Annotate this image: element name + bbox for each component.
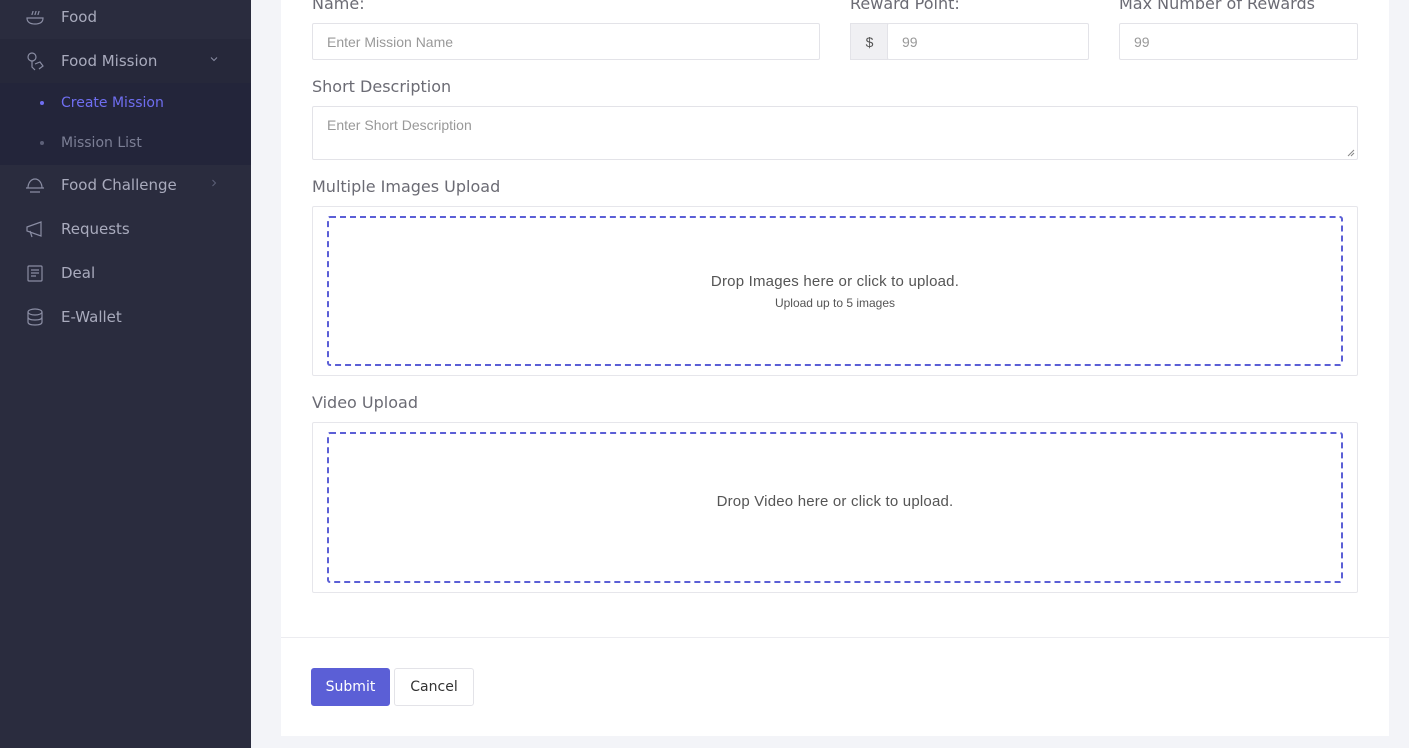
mission-icon xyxy=(24,50,46,72)
sidebar-item-requests[interactable]: Requests xyxy=(0,207,251,251)
reward-point-input[interactable]: 99 xyxy=(887,23,1089,60)
sidebar: Food Food Mission Create Mission Mission… xyxy=(0,0,251,748)
create-mission-card: Name: Enter Mission Name Reward Point: $… xyxy=(281,0,1389,736)
sidebar-item-label: E-Wallet xyxy=(61,308,122,326)
images-upload-label: Multiple Images Upload xyxy=(312,177,501,196)
video-upload-label: Video Upload xyxy=(312,393,418,412)
short-description-label: Short Description xyxy=(312,77,452,96)
food-bowl-icon xyxy=(24,6,46,28)
sidebar-item-label: Food Mission xyxy=(61,52,158,70)
cancel-button[interactable]: Cancel xyxy=(394,668,474,706)
short-description-placeholder: Enter Short Description xyxy=(327,117,472,133)
sidebar-item-e-wallet[interactable]: E-Wallet xyxy=(0,295,251,339)
chevron-down-icon xyxy=(210,57,218,62)
sidebar-item-label: Food xyxy=(61,8,97,26)
chevron-right-icon xyxy=(212,179,217,187)
submit-button[interactable]: Submit xyxy=(311,668,390,706)
video-drop-area[interactable]: Drop Video here or click to upload. xyxy=(327,432,1343,583)
megaphone-icon xyxy=(24,218,46,240)
resize-handle-icon[interactable] xyxy=(1347,149,1355,157)
name-label: Name: xyxy=(312,0,365,13)
images-dropzone: Drop Images here or click to upload. Upl… xyxy=(312,206,1358,376)
images-drop-area[interactable]: Drop Images here or click to upload. Upl… xyxy=(327,216,1343,366)
video-dropzone: Drop Video here or click to upload. xyxy=(312,422,1358,593)
sidebar-item-label: Requests xyxy=(61,220,130,238)
max-rewards-input[interactable]: 99 xyxy=(1119,23,1358,60)
images-drop-hint: Upload up to 5 images xyxy=(774,295,896,310)
coins-icon xyxy=(24,306,46,328)
mission-name-input[interactable]: Enter Mission Name xyxy=(312,23,820,60)
sidebar-item-food[interactable]: Food xyxy=(0,0,251,39)
sidebar-item-deal[interactable]: Deal xyxy=(0,251,251,295)
sidebar-subitem-label: Mission List xyxy=(61,135,142,151)
sidebar-item-food-mission[interactable]: Food Mission xyxy=(0,39,251,83)
bullet-icon xyxy=(40,141,44,145)
divider xyxy=(281,637,1389,638)
video-drop-text: Drop Video here or click to upload. xyxy=(716,493,954,510)
sidebar-subitem-create-mission[interactable]: Create Mission xyxy=(0,83,251,123)
sidebar-item-food-challenge[interactable]: Food Challenge xyxy=(0,163,251,207)
challenge-icon xyxy=(24,174,46,196)
bullet-icon xyxy=(40,101,44,105)
food-mission-submenu: Create Mission Mission List xyxy=(0,83,251,165)
currency-prefix: $ xyxy=(850,23,888,60)
sidebar-subitem-label: Create Mission xyxy=(61,95,164,111)
images-drop-text: Drop Images here or click to upload. xyxy=(710,272,960,290)
max-rewards-label: Max Number of Rewards xyxy=(1119,0,1315,13)
sidebar-item-label: Deal xyxy=(61,264,96,282)
reward-point-label: Reward Point: xyxy=(850,0,960,13)
short-description-textarea[interactable]: Enter Short Description xyxy=(312,106,1358,160)
sidebar-item-label: Food Challenge xyxy=(61,176,177,194)
deal-icon xyxy=(24,262,46,284)
sidebar-subitem-mission-list[interactable]: Mission List xyxy=(0,123,251,163)
